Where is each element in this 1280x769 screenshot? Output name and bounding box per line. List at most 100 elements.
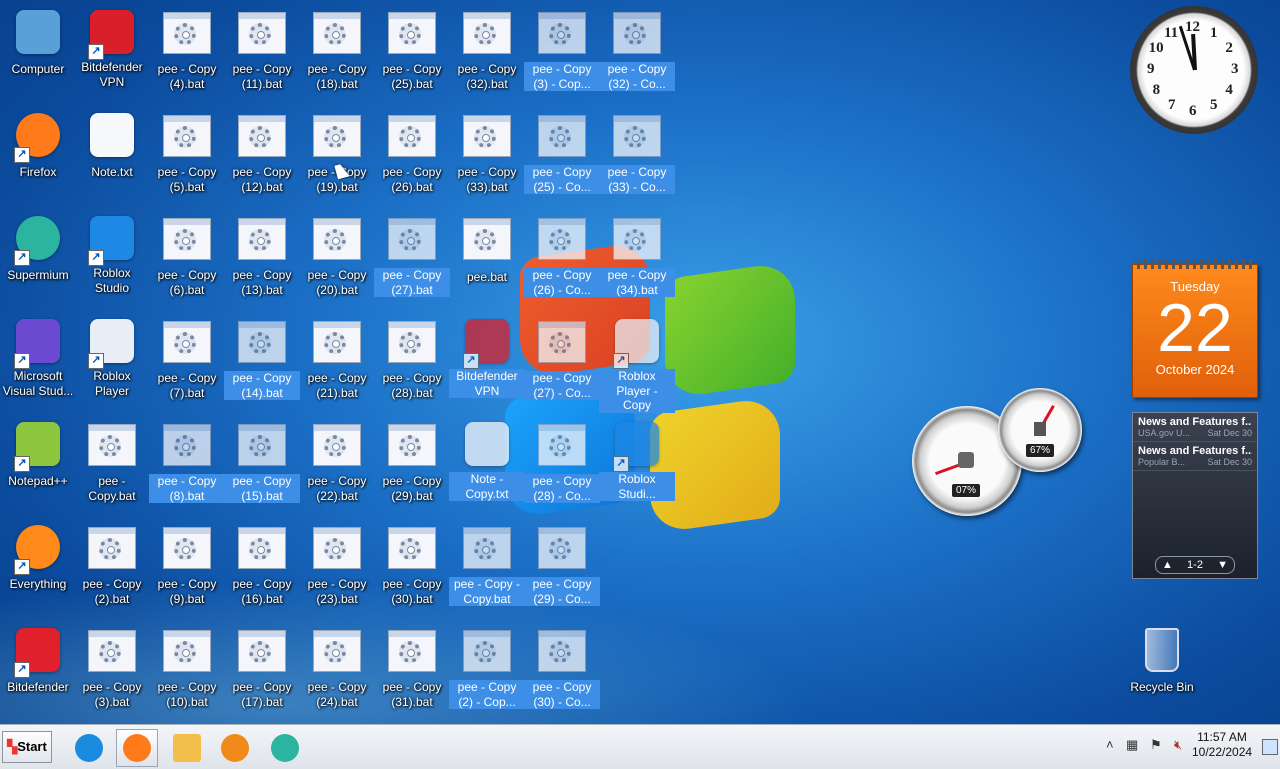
desktop-icon[interactable]: pee - Copy (22).bat	[299, 418, 375, 514]
desktop-icon[interactable]: pee - Copy (26).bat	[374, 109, 450, 205]
feed-next-button[interactable]: ▼	[1217, 557, 1228, 573]
desktop-icon[interactable]: pee - Copy (21).bat	[299, 315, 375, 411]
clock-numeral: 4	[1225, 82, 1233, 98]
desktop-icon-label: Notepad++	[8, 474, 68, 488]
feed-prev-button[interactable]: ▲	[1162, 557, 1173, 573]
desktop-icon[interactable]: Computer	[0, 6, 76, 102]
desktop-icon-label: Bitdefender VPN	[449, 369, 525, 398]
desktop-icon[interactable]: pee - Copy (29).bat	[374, 418, 450, 514]
taskbar-app-supermium[interactable]	[264, 729, 306, 767]
desktop-icon[interactable]: ↗ Microsoft Visual Stud...	[0, 315, 76, 411]
desktop-icon[interactable]: ↗ Notepad++	[0, 418, 76, 514]
desktop-icon[interactable]: pee - Copy (10).bat	[149, 624, 225, 720]
desktop-icon[interactable]: pee - Copy (25) - Co...	[524, 109, 600, 205]
desktop-icon[interactable]: pee - Copy (13).bat	[224, 212, 300, 308]
desktop-icon[interactable]: pee - Copy - Copy.bat	[449, 521, 525, 617]
desktop-icon[interactable]: ↗ Roblox Player - Copy	[599, 315, 675, 413]
desktop-icon[interactable]: pee - Copy (27).bat	[374, 212, 450, 308]
desktop-icon[interactable]: pee - Copy (26) - Co...	[524, 212, 600, 308]
taskbar-clock[interactable]: 11:57 AM 10/22/2024	[1192, 730, 1252, 760]
desktop-icon[interactable]: pee - Copy (6).bat	[149, 212, 225, 308]
bat-file-icon	[388, 321, 436, 369]
desktop-icon[interactable]: pee - Copy (15).bat	[224, 418, 300, 514]
desktop-icon-label: Roblox Player - Copy	[599, 369, 675, 413]
desktop-icon[interactable]: pee - Copy (27) - Co...	[524, 315, 600, 411]
desktop-icon[interactable]: pee - Copy (5).bat	[149, 109, 225, 205]
volume-muted-icon[interactable]: 🔇︎	[1174, 737, 1182, 753]
desktop-icon[interactable]: ↗ Bitdefender VPN	[449, 315, 525, 411]
desktop-icon[interactable]: ↗ Bitdefender	[0, 624, 76, 720]
desktop-icon[interactable]: pee - Copy (7).bat	[149, 315, 225, 411]
desktop-icon[interactable]: pee - Copy (29) - Co...	[524, 521, 600, 617]
desktop-icon[interactable]: pee - Copy (4).bat	[149, 6, 225, 102]
clock-gadget[interactable]: 12 1 2 3 4 5 6 7 8 9 10 11	[1130, 6, 1258, 134]
desktop[interactable]: Computer ↗ Firefox ↗ Supermium ↗ Microsoft Vis…	[0, 0, 1280, 724]
desktop-icon[interactable]: pee - Copy (19).bat	[299, 109, 375, 205]
feed-item[interactable]: News and Features f... USA.gov U... Sat D…	[1133, 413, 1257, 442]
shortcut-arrow-icon: ↗	[463, 353, 479, 369]
clock-numeral: 11	[1164, 24, 1179, 41]
desktop-icon[interactable]: pee - Copy.bat	[74, 418, 150, 514]
desktop-icon[interactable]: pee - Copy (30).bat	[374, 521, 450, 617]
roblox-studio-icon: ↗	[613, 422, 661, 472]
taskbar-app-firefox[interactable]	[116, 729, 158, 767]
desktop-icon[interactable]: pee - Copy (28).bat	[374, 315, 450, 411]
everything-search-icon: ↗	[14, 525, 62, 575]
show-hidden-icons-button[interactable]: ˄	[1106, 737, 1114, 752]
desktop-icon-label: pee - Copy (18).bat	[307, 62, 367, 91]
desktop-icon[interactable]: pee - Copy (8).bat	[149, 418, 225, 514]
desktop-icon[interactable]: pee - Copy (31).bat	[374, 624, 450, 720]
bat-file-icon	[313, 321, 361, 369]
desktop-icon[interactable]: pee - Copy (12).bat	[224, 109, 300, 205]
desktop-icon[interactable]: pee - Copy (2).bat	[74, 521, 150, 617]
taskbar-app-media-player[interactable]	[214, 729, 256, 767]
network-icon[interactable]: ▦	[1126, 737, 1138, 753]
show-desktop-button[interactable]	[1262, 739, 1278, 755]
taskbar-app-internet-explorer[interactable]	[68, 729, 110, 767]
desktop-icon[interactable]: pee - Copy (32).bat	[449, 6, 525, 102]
start-button[interactable]: ▚Start	[2, 731, 52, 763]
cpu-meter-gadget[interactable]: 07% 67%	[912, 388, 1087, 518]
desktop-icon[interactable]: pee - Copy (23).bat	[299, 521, 375, 617]
desktop-icon[interactable]: pee - Copy (18).bat	[299, 6, 375, 102]
calendar-gadget[interactable]: Tuesday 22 October 2024	[1132, 259, 1258, 398]
desktop-icon[interactable]: pee - Copy (28) - Co...	[524, 418, 600, 514]
desktop-icon[interactable]: pee - Copy (17).bat	[224, 624, 300, 720]
bat-file-icon	[388, 115, 436, 163]
clock-numeral: 9	[1147, 61, 1155, 77]
desktop-icon[interactable]: Note.txt	[74, 109, 150, 205]
desktop-icon-label: pee - Copy (26) - Co...	[524, 268, 600, 297]
desktop-icon[interactable]: pee - Copy (14).bat	[224, 315, 300, 411]
desktop-icon[interactable]: pee - Copy (33) - Co...	[599, 109, 675, 205]
desktop-icon[interactable]: ↗ Roblox Studi...	[599, 418, 675, 514]
desktop-icon[interactable]: pee - Copy (16).bat	[224, 521, 300, 617]
desktop-icon[interactable]: pee - Copy (32) - Co...	[599, 6, 675, 102]
desktop-icon[interactable]: pee.bat	[449, 212, 525, 308]
desktop-icon[interactable]: pee - Copy (24).bat	[299, 624, 375, 720]
desktop-icon[interactable]: ↗ Everything	[0, 521, 76, 617]
desktop-icon[interactable]: ↗ Roblox Player	[74, 315, 150, 411]
desktop-icon-label: pee - Copy.bat	[88, 474, 136, 503]
feed-headlines-gadget[interactable]: News and Features f... USA.gov U... Sat D…	[1132, 412, 1258, 579]
desktop-icon[interactable]: ↗ Bitdefender VPN	[74, 6, 150, 102]
desktop-icon[interactable]: pee - Copy (25).bat	[374, 6, 450, 102]
desktop-icon[interactable]: ↗ Roblox Studio	[74, 212, 150, 308]
desktop-icon[interactable]: pee - Copy (33).bat	[449, 109, 525, 205]
action-center-flag-icon[interactable]: ⚑	[1150, 737, 1162, 753]
text-file-icon	[88, 113, 136, 161]
desktop-icon[interactable]: pee - Copy (2) - Cop...	[449, 624, 525, 720]
desktop-icon[interactable]: pee - Copy (34).bat	[599, 212, 675, 308]
desktop-icon[interactable]: ↗ Firefox	[0, 109, 76, 205]
desktop-icon[interactable]: ↗ Supermium	[0, 212, 76, 308]
desktop-icon[interactable]: pee - Copy (30) - Co...	[524, 624, 600, 720]
desktop-icon[interactable]: Note - Copy.txt	[449, 418, 525, 514]
taskbar-app-file-explorer[interactable]	[166, 729, 208, 767]
recycle-bin[interactable]: Recycle Bin	[1124, 624, 1200, 720]
desktop-icon[interactable]: pee - Copy (20).bat	[299, 212, 375, 308]
desktop-icon[interactable]: pee - Copy (9).bat	[149, 521, 225, 617]
desktop-icon[interactable]: pee - Copy (3).bat	[74, 624, 150, 720]
desktop-icon[interactable]: pee - Copy (3) - Cop...	[524, 6, 600, 102]
feed-item[interactable]: News and Features f... Popular B... Sat D…	[1133, 442, 1257, 471]
desktop-icon[interactable]: pee - Copy (11).bat	[224, 6, 300, 102]
feed-source: Popular B...	[1138, 457, 1186, 467]
